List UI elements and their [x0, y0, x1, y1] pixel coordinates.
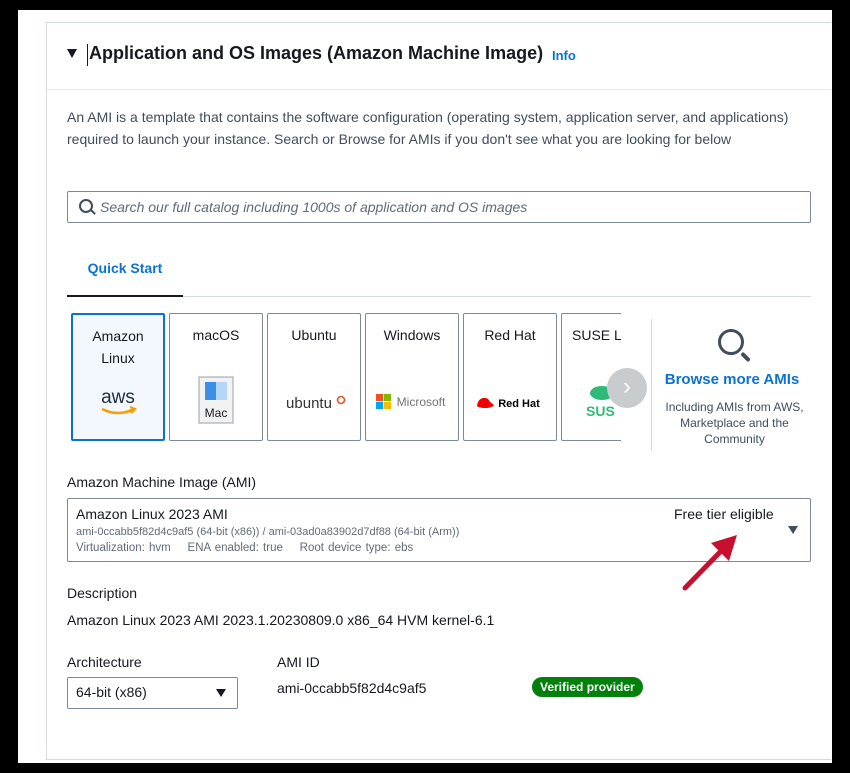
chevron-right-icon[interactable]: ›: [607, 368, 647, 408]
browse-more-amis-subtitle: Including AMIs from AWS, Marketplace and…: [665, 400, 804, 446]
description-value: Amazon Linux 2023 AMI 2023.1.20230809.0 …: [67, 612, 495, 628]
description-label: Description: [67, 585, 138, 601]
search-icon: [79, 199, 93, 213]
caret-down-icon[interactable]: [788, 526, 798, 534]
section-header[interactable]: Application and OS Images (Amazon Machin…: [47, 23, 831, 90]
browse-more-amis-link[interactable]: Browse more AMIs: [652, 371, 812, 388]
screenshot-frame: Application and OS Images (Amazon Machin…: [18, 10, 832, 763]
ami-ids: ami-0ccabb5f82d4c9af5 (64-bit (x86)) / a…: [76, 526, 460, 538]
microsoft-logo-text: Microsoft: [397, 395, 446, 409]
mac-logo-text: Mac: [205, 406, 228, 420]
ami-search-box[interactable]: [67, 191, 811, 223]
free-tier-label: Free tier eligible: [674, 506, 774, 522]
tile-label: SUSE Li: [572, 327, 621, 343]
ubuntu-logo-icon: ubuntu: [268, 392, 360, 419]
section-description: An AMI is a template that contains the s…: [67, 109, 789, 147]
microsoft-logo-icon: Microsoft: [366, 392, 458, 419]
section-title: Application and OS Images (Amazon Machin…: [89, 43, 544, 63]
ami-virtualization: Virtualization: hvm: [76, 542, 171, 554]
search-magnifier-icon: [718, 329, 744, 355]
ami-attributes: Virtualization: hvm ENA enabled: true Ro…: [76, 542, 413, 554]
architecture-value: 64-bit (x86): [76, 684, 147, 700]
tab-quick-start[interactable]: Quick Start: [67, 245, 183, 297]
ami-root-device: Root device type: ebs: [299, 542, 414, 554]
ami-search-input[interactable]: [100, 192, 790, 222]
redhat-logo-text: Red Hat: [498, 398, 540, 410]
ami-id-label: AMI ID: [277, 654, 320, 670]
browse-more-amis[interactable]: Browse more AMIs Including AMIs from AWS…: [651, 319, 812, 451]
ami-section-panel: Application and OS Images (Amazon Machin…: [46, 22, 831, 760]
ubuntu-logo-text: ubuntu: [286, 395, 332, 412]
verified-provider-badge: Verified provider: [532, 677, 643, 697]
tile-windows[interactable]: Windows Microsoft: [365, 313, 459, 441]
ami-id-value: ami-0ccabb5f82d4c9af5: [277, 680, 427, 696]
expand-caret-icon[interactable]: [67, 49, 77, 58]
caret-down-icon[interactable]: [216, 689, 226, 697]
tile-ubuntu[interactable]: Ubuntu ubuntu: [267, 313, 361, 441]
architecture-label: Architecture: [67, 654, 142, 670]
ami-name: Amazon Linux 2023 AMI: [76, 506, 228, 522]
tile-red-hat[interactable]: Red Hat Red Hat: [463, 313, 557, 441]
aws-logo-icon: aws: [73, 387, 163, 424]
suse-logo-text: SUS: [586, 403, 615, 419]
tile-amazon-linux[interactable]: Amazon Linux aws: [71, 313, 165, 441]
aws-logo-text: aws: [101, 387, 135, 408]
architecture-select[interactable]: 64-bit (x86): [67, 677, 238, 709]
quick-start-tiles: Amazon Linux aws macOS Mac Ubuntu ubuntu…: [71, 313, 621, 443]
ami-label: Amazon Machine Image (AMI): [67, 474, 257, 490]
info-link[interactable]: Info: [552, 48, 576, 63]
tile-macos[interactable]: macOS Mac: [169, 313, 263, 441]
annotation-arrow-icon: [682, 535, 737, 591]
text-cursor: [87, 44, 88, 66]
redhat-logo-icon: Red Hat: [464, 392, 556, 419]
tab-bar: Quick Start: [67, 245, 811, 297]
tile-label: macOS: [192, 327, 240, 343]
tile-label: Ubuntu: [291, 327, 337, 343]
mac-finder-icon: Mac: [170, 376, 262, 429]
tile-label: Red Hat: [484, 327, 536, 343]
tile-label: Amazon Linux: [92, 328, 144, 366]
tile-label: Windows: [383, 327, 441, 343]
ami-ena: ENA enabled: true: [187, 542, 283, 554]
